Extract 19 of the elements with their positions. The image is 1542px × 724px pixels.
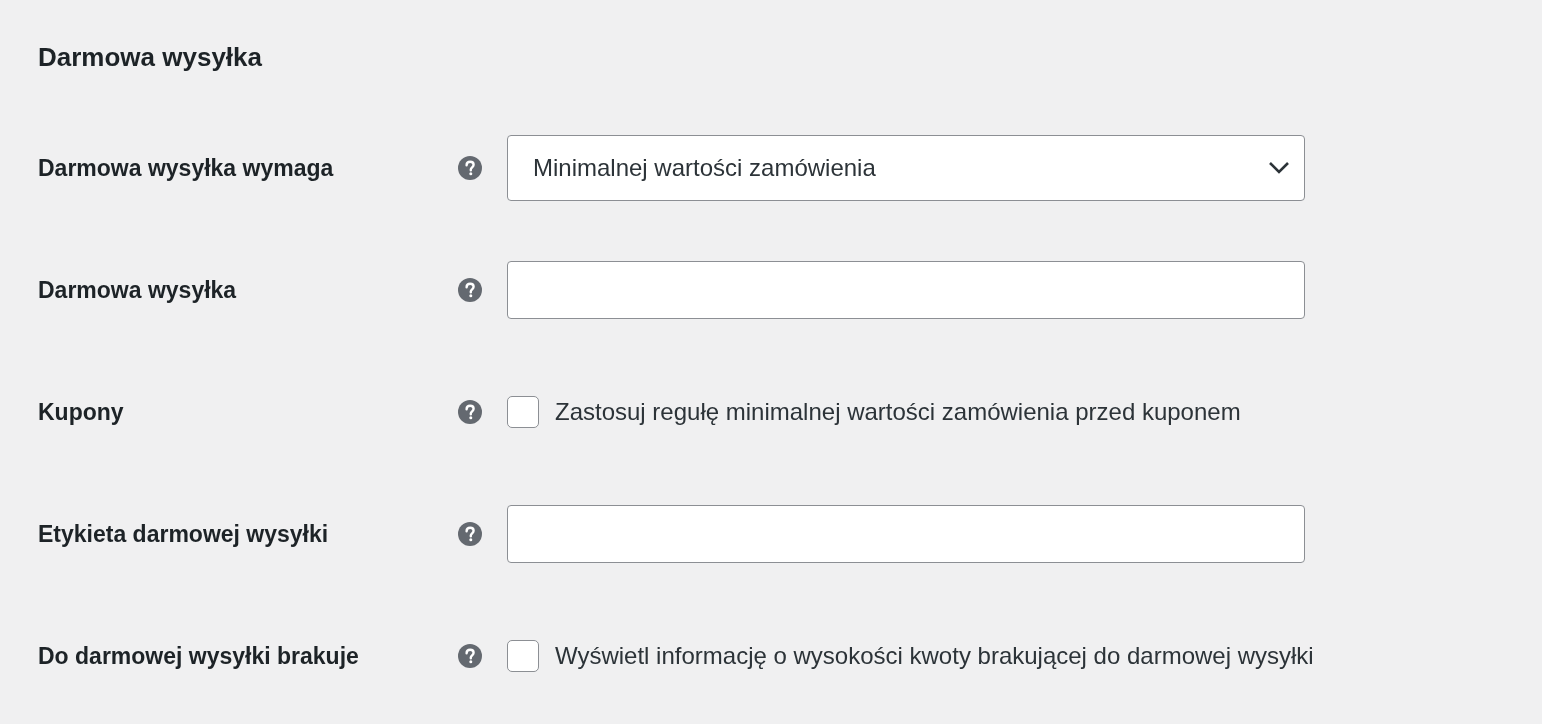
input-field[interactable] (507, 505, 1305, 563)
field-label: Kupony (38, 398, 124, 425)
checkbox-label: Zastosuj regułę minimalnej wartości zamówienia przed kuponem (555, 398, 1241, 426)
input-field[interactable] (507, 261, 1305, 319)
section-title: Darmowa wysyłka (38, 41, 262, 74)
help-icon[interactable] (458, 522, 482, 546)
help-icon[interactable] (458, 278, 482, 302)
checkbox[interactable] (507, 396, 539, 428)
dropdown[interactable]: Minimalnej wartości zamówienia (507, 135, 1305, 201)
help-icon[interactable] (458, 400, 482, 424)
help-icon[interactable] (458, 156, 482, 180)
field-label: Do darmowej wysyłki brakuje (38, 642, 359, 669)
chevron-down-icon (1268, 161, 1290, 175)
field-label: Darmowa wysyłka wymaga (38, 154, 334, 181)
checkbox[interactable] (507, 640, 539, 672)
field-label: Etykieta darmowej wysyłki (38, 520, 329, 547)
checkbox-label: Wyświetl informację o wysokości kwoty brakującej do darmowej wysyłki (555, 642, 1314, 670)
help-icon[interactable] (458, 644, 482, 668)
field-label: Darmowa wysyłka (38, 276, 237, 303)
